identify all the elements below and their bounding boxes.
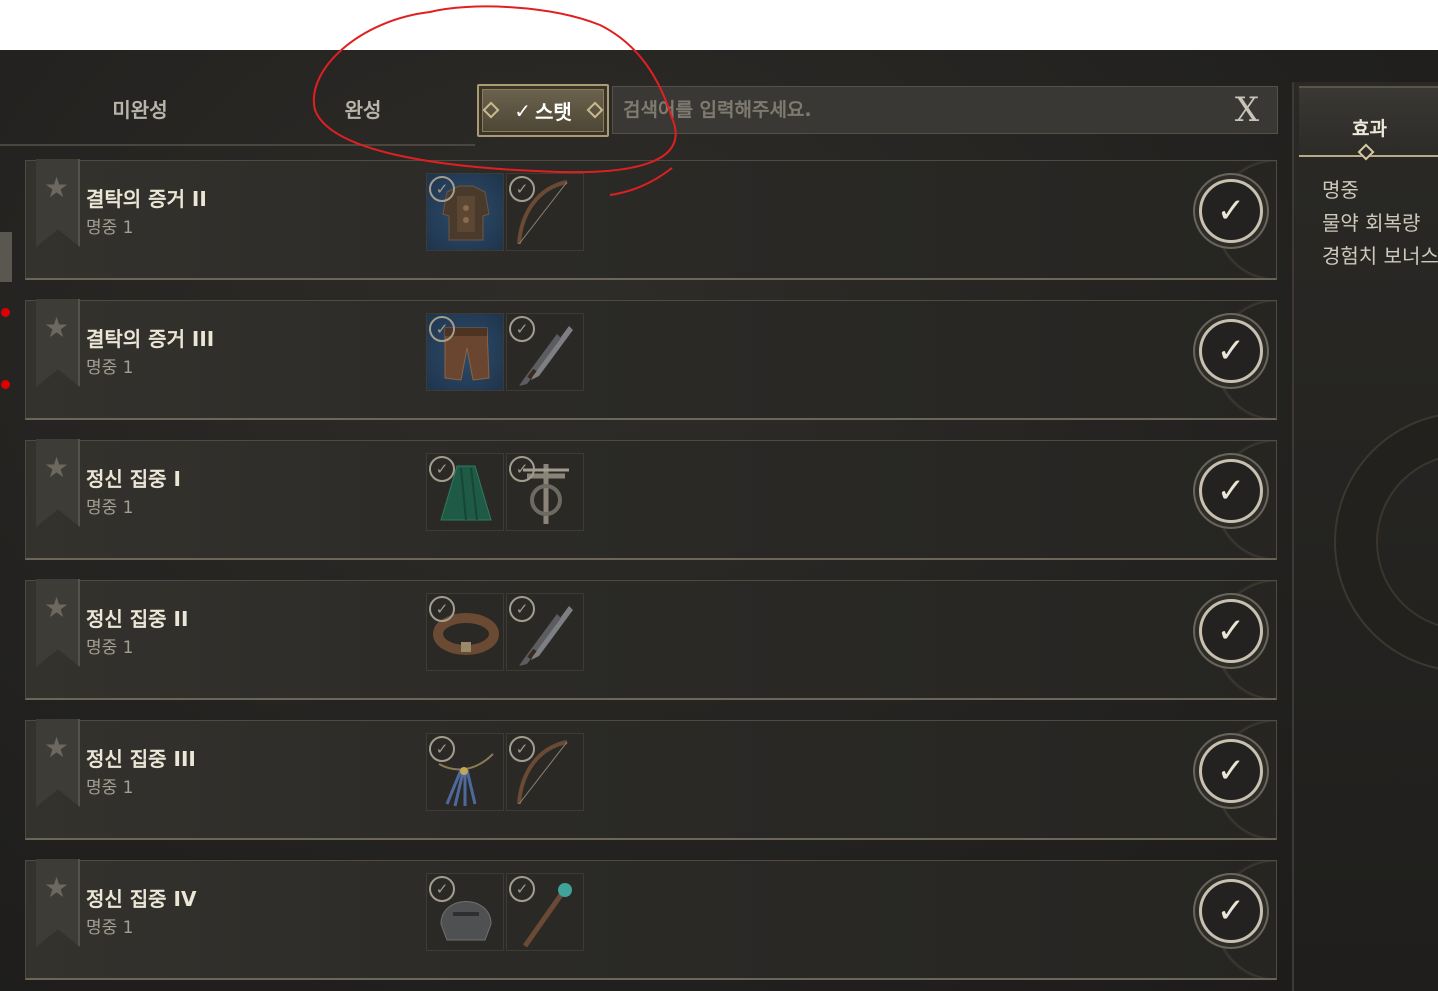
collection-reward: 명중 1 bbox=[86, 778, 134, 798]
completed-check-icon[interactable]: ✓ bbox=[1199, 599, 1263, 663]
item-slot[interactable]: ✓ bbox=[506, 873, 584, 951]
check-icon: ✓ bbox=[429, 876, 455, 902]
collection-reward: 명중 1 bbox=[86, 218, 134, 238]
check-icon: ✓ bbox=[509, 736, 535, 762]
clear-search-button[interactable]: X bbox=[1229, 91, 1265, 129]
check-icon: ✓ bbox=[509, 876, 535, 902]
item-slot[interactable]: ✓ bbox=[426, 873, 504, 951]
completed-check-icon[interactable]: ✓ bbox=[1199, 459, 1263, 523]
effects-list: 명중 물약 회복량 경험치 보너스 bbox=[1322, 174, 1438, 273]
item-slot[interactable]: ✓ bbox=[426, 453, 504, 531]
effects-panel: 효과 명중 물약 회복량 경험치 보너스 bbox=[1292, 82, 1438, 991]
effect-item: 물약 회복량 bbox=[1322, 211, 1421, 235]
star-icon[interactable]: ★ bbox=[44, 171, 69, 204]
check-icon: ✓ bbox=[514, 98, 531, 123]
check-icon: ✓ bbox=[429, 736, 455, 762]
stat-filter-button[interactable]: ✓ 스탯 bbox=[477, 84, 609, 137]
collection-reward: 명중 1 bbox=[86, 918, 134, 938]
star-icon[interactable]: ★ bbox=[44, 731, 69, 764]
collection-row[interactable]: ★ 결탁의 증거 III 명중 1 ✓ ✓ ✓ bbox=[25, 299, 1277, 420]
tab-divider bbox=[0, 144, 475, 146]
screenshot: 미완성 완성 ✓ 스탯 X 효과 명중 물약 회복량 경험치 보너스 ★ 결탁의… bbox=[0, 0, 1438, 991]
check-icon: ✓ bbox=[509, 596, 535, 622]
collection-row[interactable]: ★ 정신 집중 III 명중 1 ✓ ✓ ✓ bbox=[25, 719, 1277, 840]
item-slot[interactable]: ✓ bbox=[426, 173, 504, 251]
item-slot[interactable]: ✓ bbox=[506, 313, 584, 391]
tab-complete[interactable]: 완성 bbox=[283, 92, 443, 128]
collection-title: 결탁의 증거 III bbox=[86, 327, 215, 351]
collection-row[interactable]: ★ 정신 집중 I 명중 1 ✓ ✓ ✓ bbox=[25, 439, 1277, 560]
item-slot[interactable]: ✓ bbox=[426, 313, 504, 391]
collection-title: 결탁의 증거 II bbox=[86, 187, 207, 211]
star-icon[interactable]: ★ bbox=[44, 451, 69, 484]
star-icon[interactable]: ★ bbox=[44, 311, 69, 344]
completed-check-icon[interactable]: ✓ bbox=[1199, 179, 1263, 243]
collection-row[interactable]: ★ 정신 집중 II 명중 1 ✓ ✓ ✓ bbox=[25, 579, 1277, 700]
collection-reward: 명중 1 bbox=[86, 638, 134, 658]
collection-row[interactable]: ★ 결탁의 증거 II 명중 1 ✓ ✓ ✓ bbox=[25, 159, 1277, 280]
collection-row[interactable]: ★ 정신 집중 IV 명중 1 ✓ ✓ ✓ bbox=[25, 859, 1277, 980]
check-icon: ✓ bbox=[509, 316, 535, 342]
notification-dot-icon bbox=[1, 380, 10, 389]
collection-title: 정신 집중 III bbox=[86, 747, 196, 771]
check-icon: ✓ bbox=[509, 456, 535, 482]
star-icon[interactable]: ★ bbox=[44, 591, 69, 624]
notification-dot-icon bbox=[1, 308, 10, 317]
tab-effects-label: 효과 bbox=[1352, 118, 1387, 140]
item-slot[interactable]: ✓ bbox=[426, 733, 504, 811]
check-icon: ✓ bbox=[429, 596, 455, 622]
compass-emblem-icon bbox=[1334, 412, 1438, 672]
effect-item: 명중 bbox=[1322, 178, 1359, 202]
item-slot[interactable]: ✓ bbox=[506, 733, 584, 811]
search-bar: X bbox=[612, 86, 1278, 134]
ornament-right-icon bbox=[586, 101, 604, 119]
collection-reward: 명중 1 bbox=[86, 358, 134, 378]
collection-reward: 명중 1 bbox=[86, 498, 134, 518]
check-icon: ✓ bbox=[429, 176, 455, 202]
side-handle[interactable] bbox=[0, 232, 12, 282]
completed-check-icon[interactable]: ✓ bbox=[1199, 879, 1263, 943]
stat-filter-label: 스탯 bbox=[534, 100, 572, 124]
item-slot[interactable]: ✓ bbox=[506, 173, 584, 251]
collection-title: 정신 집중 II bbox=[86, 607, 189, 631]
completed-check-icon[interactable]: ✓ bbox=[1199, 739, 1263, 803]
collection-title: 정신 집중 IV bbox=[86, 887, 197, 911]
item-slot[interactable]: ✓ bbox=[426, 593, 504, 671]
check-icon: ✓ bbox=[429, 316, 455, 342]
ornament-left-icon bbox=[482, 101, 500, 119]
collection-title: 정신 집중 I bbox=[86, 467, 181, 491]
star-icon[interactable]: ★ bbox=[44, 871, 69, 904]
tab-incomplete[interactable]: 미완성 bbox=[60, 92, 220, 128]
completed-check-icon[interactable]: ✓ bbox=[1199, 319, 1263, 383]
search-input[interactable] bbox=[623, 87, 1223, 133]
effect-item: 경험치 보너스 bbox=[1322, 244, 1438, 268]
check-icon: ✓ bbox=[429, 456, 455, 482]
item-slot[interactable]: ✓ bbox=[506, 453, 584, 531]
check-icon: ✓ bbox=[509, 176, 535, 202]
item-slot[interactable]: ✓ bbox=[506, 593, 584, 671]
collection-list: ★ 결탁의 증거 II 명중 1 ✓ ✓ ✓ ★ 결탁의 증거 III 명중 1… bbox=[25, 159, 1277, 991]
